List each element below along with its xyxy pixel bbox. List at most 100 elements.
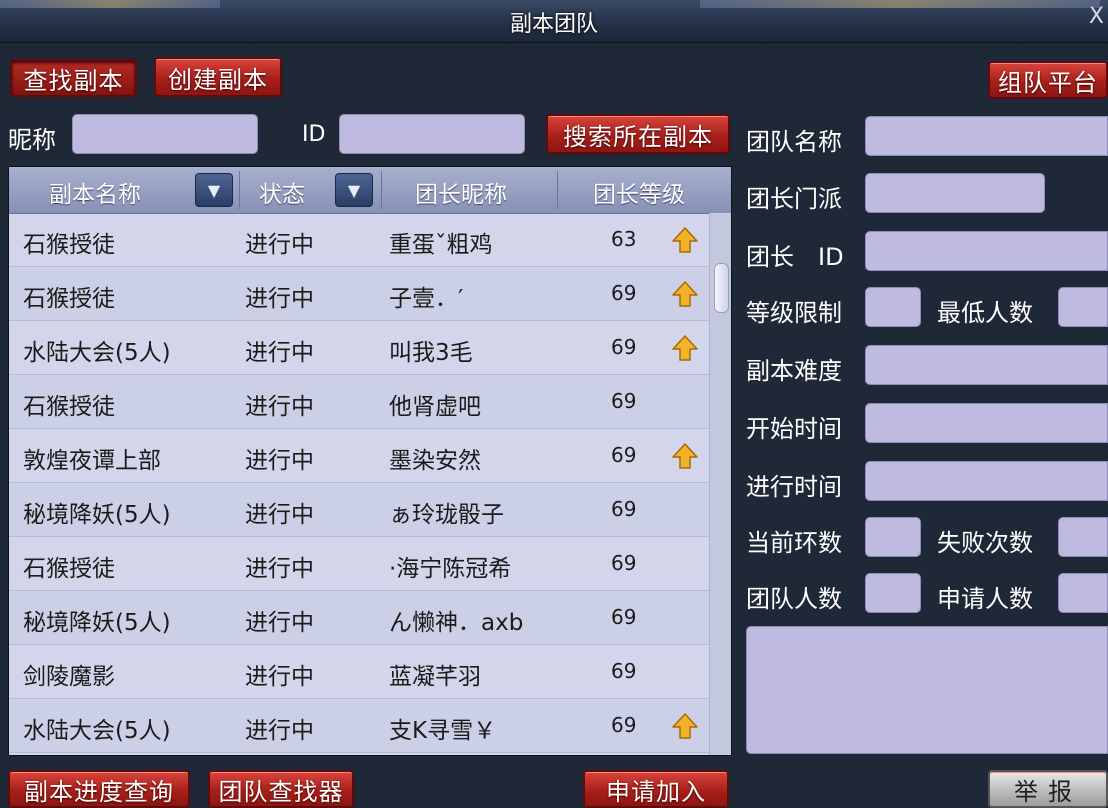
header-divider: [239, 171, 240, 209]
table-row[interactable]: 秘境降妖(5人) 进行中 ぁ玲珑骰子 69: [9, 483, 709, 537]
row-status: 进行中: [245, 232, 314, 258]
team-size-field: [865, 573, 921, 613]
nickname-label: 昵称: [8, 126, 56, 154]
nickname-input[interactable]: [72, 114, 258, 154]
row-dungeon-name: 剑陵魔影: [23, 664, 115, 690]
row-dungeon-name: 水陆大会(5人): [23, 718, 171, 744]
row-leader-nickname: ん懒神．axb: [389, 610, 524, 636]
table-body: 石猴授徒 进行中 重蛋ˇ粗鸡 63 石猴授徒 进行中 子壹．′ 69 水陆大会(5人) 进行中 叫我…: [9, 213, 709, 753]
status-sort-dropdown[interactable]: ▼: [335, 173, 373, 207]
level-up-arrow-icon: [672, 281, 698, 307]
apply-join-button[interactable]: 申请加入: [583, 770, 729, 808]
header-leader-level[interactable]: 团长等级: [593, 175, 685, 209]
table-row[interactable]: 石猴授徒 进行中 ·海宁陈冠希 69: [9, 537, 709, 591]
difficulty-field: [865, 345, 1108, 385]
leader-sect-label: 团长门派: [746, 185, 842, 213]
row-dungeon-name: 秘境降妖(5人): [23, 502, 171, 528]
report-button[interactable]: 举报: [988, 770, 1108, 808]
team-finder-button[interactable]: 团队查找器: [208, 770, 354, 808]
header-leader-nickname[interactable]: 团长昵称: [415, 175, 507, 209]
chevron-down-icon: ▼: [207, 180, 221, 200]
table-row[interactable]: 水陆大会(5人) 进行中 支K寻雪￥ 69: [9, 699, 709, 753]
row-leader-level: 69: [611, 713, 637, 737]
team-platform-button[interactable]: 组队平台: [988, 61, 1108, 99]
row-dungeon-name: 水陆大会(5人): [23, 340, 171, 366]
level-up-arrow-icon: [672, 713, 698, 739]
table-row[interactable]: 敦煌夜谭上部 进行中 墨染安然 69: [9, 429, 709, 483]
close-icon[interactable]: X: [1089, 4, 1104, 29]
table-row[interactable]: 石猴授徒 进行中 他肾虚吧 69: [9, 375, 709, 429]
title-bar: 副本团队 X: [0, 0, 1108, 43]
row-leader-nickname: ぁ玲珑骰子: [389, 502, 504, 528]
level-up-arrow-icon: [672, 335, 698, 361]
current-round-label: 当前环数: [746, 529, 842, 557]
leader-sect-field: [865, 173, 1045, 213]
level-up-arrow-icon: [672, 443, 698, 469]
scroll-thumb[interactable]: [714, 263, 729, 313]
header-divider: [557, 171, 558, 209]
header-divider: [381, 171, 382, 209]
row-leader-level: 69: [611, 659, 637, 683]
row-leader-nickname: 支K寻雪￥: [389, 718, 497, 744]
team-name-label: 团队名称: [746, 128, 842, 156]
applicant-count-label: 申请人数: [937, 585, 1033, 613]
table-row[interactable]: 秘境降妖(5人) 进行中 ん懒神．axb 69: [9, 591, 709, 645]
difficulty-label: 副本难度: [746, 357, 842, 385]
fail-count-field: [1058, 517, 1108, 557]
team-size-label: 团队人数: [746, 585, 842, 613]
row-leader-level: 69: [611, 551, 637, 575]
level-up-arrow-icon: [672, 227, 698, 253]
table-row[interactable]: 石猴授徒 进行中 重蛋ˇ粗鸡 63: [9, 213, 709, 267]
row-leader-level: 69: [611, 443, 637, 467]
name-sort-dropdown[interactable]: ▼: [195, 173, 233, 207]
tab-create-dungeon[interactable]: 创建副本: [154, 57, 282, 97]
leader-id-label: 团长 ID: [746, 243, 844, 271]
row-status: 进行中: [245, 664, 314, 690]
table-row[interactable]: 石猴授徒 进行中 子壹．′ 69: [9, 267, 709, 321]
id-input[interactable]: [339, 114, 525, 154]
row-status: 进行中: [245, 610, 314, 636]
row-dungeon-name: 石猴授徒: [23, 556, 115, 582]
header-status[interactable]: 状态: [259, 175, 305, 209]
row-status: 进行中: [245, 340, 314, 366]
table-scrollbar[interactable]: [709, 213, 731, 755]
min-members-field: [1058, 287, 1108, 327]
row-dungeon-name: 敦煌夜谭上部: [23, 448, 161, 474]
row-status: 进行中: [245, 556, 314, 582]
elapsed-time-label: 进行时间: [746, 473, 842, 501]
dungeon-progress-query-button[interactable]: 副本进度查询: [8, 770, 190, 808]
id-label: ID: [302, 122, 326, 147]
row-dungeon-name: 石猴授徒: [23, 394, 115, 420]
start-time-label: 开始时间: [746, 415, 842, 443]
chevron-down-icon: ▼: [347, 180, 361, 200]
row-leader-level: 69: [611, 605, 637, 629]
row-leader-nickname: 重蛋ˇ粗鸡: [389, 232, 493, 258]
min-members-label: 最低人数: [937, 299, 1033, 327]
row-leader-level: 69: [611, 281, 637, 305]
team-description-box: [746, 626, 1108, 754]
row-leader-level: 69: [611, 335, 637, 359]
row-status: 进行中: [245, 718, 314, 744]
fail-count-label: 失败次数: [937, 529, 1033, 557]
leader-id-field: [865, 231, 1108, 271]
dungeon-table: 副本名称 ▼ 状态 ▼ 团长昵称 团长等级 石猴授徒 进行中 重蛋ˇ粗鸡 63 石猴授徒…: [8, 166, 732, 756]
row-status: 进行中: [245, 502, 314, 528]
header-dungeon-name[interactable]: 副本名称: [49, 175, 141, 209]
row-leader-nickname: ·海宁陈冠希: [389, 556, 512, 582]
table-header: 副本名称 ▼ 状态 ▼ 团长昵称 团长等级: [9, 167, 731, 214]
search-dungeon-button[interactable]: 搜索所在副本: [546, 114, 730, 154]
table-row[interactable]: 剑陵魔影 进行中 蓝凝芊羽 69: [9, 645, 709, 699]
row-status: 进行中: [245, 394, 314, 420]
row-dungeon-name: 石猴授徒: [23, 232, 115, 258]
level-limit-field: [865, 287, 921, 327]
current-round-field: [865, 517, 921, 557]
row-leader-nickname: 墨染安然: [389, 448, 481, 474]
table-row[interactable]: 水陆大会(5人) 进行中 叫我3毛 69: [9, 321, 709, 375]
row-leader-nickname: 蓝凝芊羽: [389, 664, 481, 690]
row-dungeon-name: 秘境降妖(5人): [23, 610, 171, 636]
row-leader-level: 63: [611, 227, 637, 251]
level-limit-label: 等级限制: [746, 299, 842, 327]
window-title: 副本团队: [509, 12, 598, 37]
tab-find-dungeon[interactable]: 查找副本: [10, 59, 137, 97]
row-dungeon-name: 石猴授徒: [23, 286, 115, 312]
